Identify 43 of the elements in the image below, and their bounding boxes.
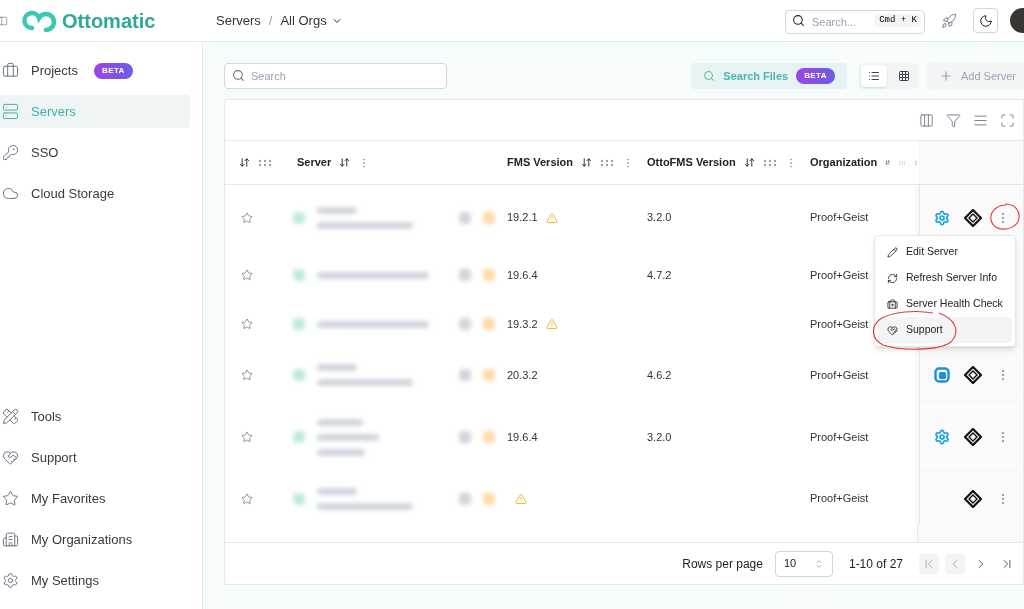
table-cell: 4.6.2	[647, 368, 672, 381]
breadcrumb-link[interactable]: All Orgs	[280, 10, 343, 31]
sidebar-item[interactable]: My Settings	[0, 564, 190, 597]
table-cell-text: 19.6.4	[507, 429, 538, 445]
rows-per-page-label: Rows per page	[682, 555, 763, 573]
column-header[interactable]: OttoFMS Version	[647, 154, 736, 171]
search-files-button[interactable]: Search Files BETA	[691, 63, 847, 89]
table-cell: 4.7.2	[647, 268, 672, 281]
table-cell-text: 19.2.1	[507, 210, 538, 226]
menu-item[interactable]: Edit Server	[878, 239, 1012, 265]
menu-item[interactable]: Support	[878, 317, 1012, 343]
breadcrumb-separator: /	[268, 11, 273, 30]
table-cell-text: 19.3.2	[507, 316, 538, 332]
table-cell: Proof+Geist	[810, 430, 869, 443]
column-header[interactable]: Server	[297, 154, 332, 171]
beta-badge: BETA	[796, 68, 835, 84]
table-cell: 3.2.0	[647, 430, 672, 443]
table-cell: Proof+Geist	[810, 268, 869, 281]
menu-item[interactable]: Server Health Check	[878, 291, 1012, 317]
column-header[interactable]: Organization	[810, 154, 878, 171]
table-cell: Proof+Geist	[810, 492, 869, 505]
search-field[interactable]: Search	[224, 63, 447, 89]
column-header[interactable]: FMS Version	[507, 154, 574, 171]
rows-per-page-select[interactable]: 10	[774, 550, 833, 577]
sidebar-item[interactable]: Support	[0, 441, 190, 474]
table-cell-text: 19.6.4	[507, 267, 538, 283]
sidebar-item[interactable]: My Organizations	[0, 523, 190, 556]
sidebar-item[interactable]: Tools	[0, 400, 190, 433]
logo-text: Ottomatic	[62, 8, 156, 34]
table-cell: 3.2.0	[647, 211, 672, 224]
sidebar-item[interactable]: Cloud Storage	[0, 177, 190, 210]
sidebar-item[interactable]: Projects BETA	[0, 54, 190, 87]
table-cell: Proof+Geist	[810, 368, 869, 381]
table-cell-text: 20.3.2	[507, 367, 538, 383]
table-cell: Proof+Geist	[810, 317, 869, 330]
breadcrumb-link[interactable]: Servers	[216, 10, 261, 31]
table-cell: Proof+Geist	[810, 211, 869, 224]
menu-item[interactable]: Refresh Server Info	[878, 265, 1012, 291]
sidebar-item[interactable]: SSO	[0, 136, 190, 169]
shortcut-hint: Cmd + K	[875, 13, 921, 27]
beta-badge: BETA	[93, 62, 133, 79]
page-range: 1-10 of 27	[848, 555, 903, 573]
sidebar-item[interactable]: My Favorites	[0, 482, 190, 515]
